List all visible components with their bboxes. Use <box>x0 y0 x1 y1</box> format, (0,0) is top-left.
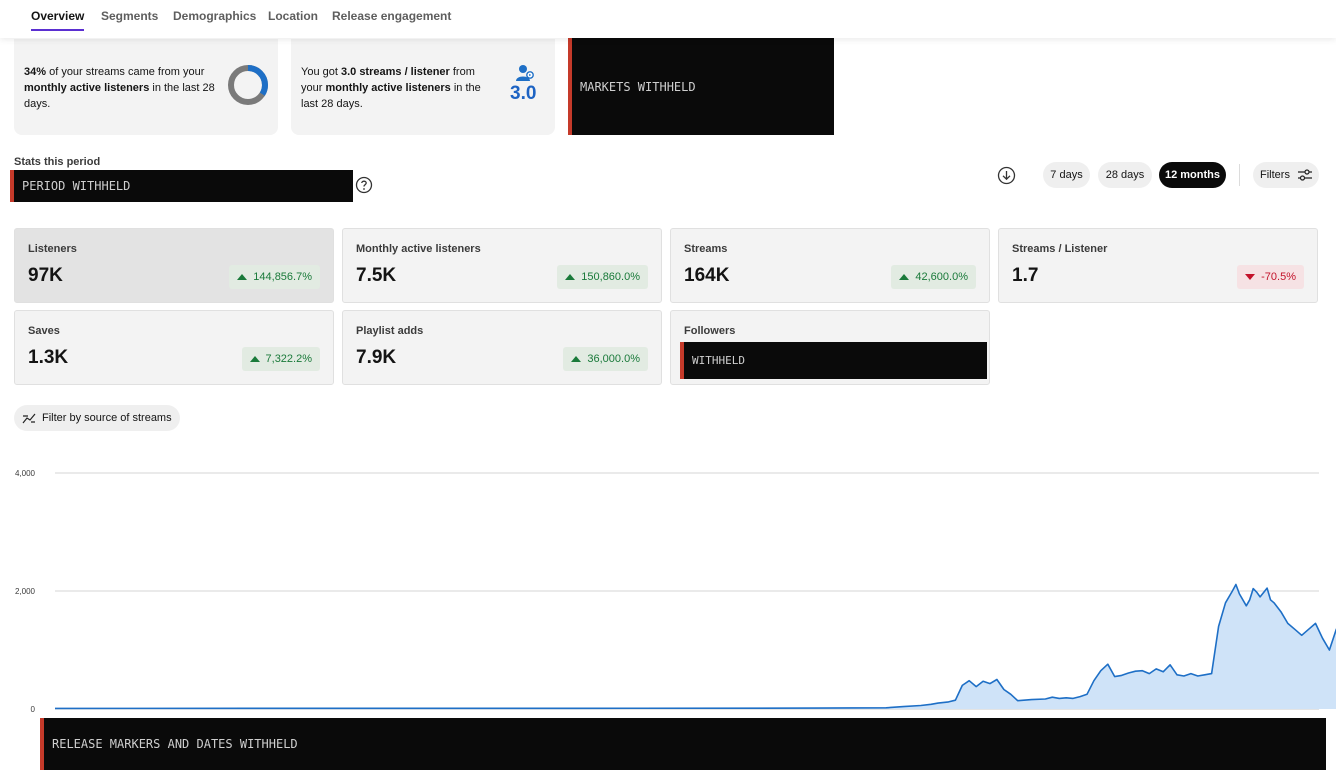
listener-icon <box>516 65 534 81</box>
metric-value: 164K <box>684 265 730 286</box>
tab-release-engagement[interactable]: Release engagement <box>332 9 451 23</box>
insight-streams-share: 34% of your streams came from your month… <box>14 39 278 135</box>
metric-label: Followers <box>684 325 736 337</box>
arrow-up-icon <box>565 274 576 280</box>
metric-change-badge: 42,600.0% <box>891 265 976 289</box>
followers-redacted: WITHHELD <box>680 342 987 379</box>
arrow-up-icon <box>249 356 260 362</box>
y-tick-label: 0 <box>31 705 36 714</box>
range-divider <box>1239 164 1240 186</box>
stats-period-label: Stats this period <box>14 156 101 168</box>
tab-overview[interactable]: Overview <box>31 9 85 31</box>
tab-segments[interactable]: Segments <box>101 9 158 23</box>
metric-card-followers[interactable]: Followers WITHHELD <box>670 310 990 385</box>
metric-label: Streams / Listener <box>1012 243 1108 255</box>
metric-card-listeners[interactable]: Listeners 97K 144,856.7% <box>14 228 334 303</box>
metric-change-badge: 144,856.7% <box>229 265 320 289</box>
arrow-down-icon <box>1245 274 1256 280</box>
filter-by-source-button[interactable]: Filter by source of streams <box>14 405 180 431</box>
filters-label: Filters <box>1260 169 1290 181</box>
metric-card-monthly-active-listeners[interactable]: Monthly active listeners 7.5K 150,860.0% <box>342 228 662 303</box>
metric-label: Streams <box>684 243 728 255</box>
series-area <box>55 584 1336 709</box>
metric-label: Listeners <box>28 243 77 255</box>
range-7-days-button[interactable]: 7 days <box>1043 162 1090 188</box>
release-markers-redacted: RELEASE MARKERS AND DATES WITHHELD <box>40 718 1326 770</box>
period-redacted: PERIOD WITHHELD <box>10 170 353 202</box>
help-icon[interactable] <box>355 176 373 194</box>
metric-card-streams-per-listener[interactable]: Streams / Listener 1.7 -70.5% <box>998 228 1318 303</box>
filter-by-source-label: Filter by source of streams <box>42 412 172 424</box>
metric-value: 7.5K <box>356 265 397 286</box>
insight-streams-per-listener: You got 3.0 streams / listener from your… <box>291 39 555 135</box>
streams-chart: 4,000 2,000 0 <box>15 469 1336 714</box>
range-28-days-button[interactable]: 28 days <box>1098 162 1152 188</box>
metric-card-streams[interactable]: Streams 164K 42,600.0% <box>670 228 990 303</box>
tab-location[interactable]: Location <box>268 9 318 23</box>
arrow-up-icon <box>899 274 910 280</box>
chart-y-axis: 4,000 2,000 0 <box>15 469 36 714</box>
top-nav: Overview Segments Demographics Location … <box>0 0 1336 38</box>
metric-card-playlist-adds[interactable]: Playlist adds 7.9K 36,000.0% <box>342 310 662 385</box>
range-12-months-button[interactable]: 12 months <box>1159 162 1226 188</box>
metric-value: 1.3K <box>28 347 69 368</box>
metric-change-badge: -70.5% <box>1237 265 1304 289</box>
metric-change-badge: 36,000.0% <box>563 347 648 371</box>
metric-label: Playlist adds <box>356 325 424 337</box>
insight-streams-per-listener-text: You got 3.0 streams / listener from your… <box>301 66 481 110</box>
filters-button[interactable]: Filters <box>1253 162 1319 188</box>
metric-change-badge: 7,322.2% <box>241 347 320 371</box>
markets-redacted: MARKETS WITHHELD <box>568 38 834 135</box>
metric-label: Saves <box>28 325 60 337</box>
arrow-up-icon <box>571 356 582 362</box>
tab-demographics[interactable]: Demographics <box>173 9 256 23</box>
arrow-up-icon <box>237 274 248 280</box>
y-tick-label: 2,000 <box>15 587 36 596</box>
donut-chart-icon <box>228 65 268 105</box>
source-filter-icon <box>22 413 36 424</box>
metric-value: 1.7 <box>1012 265 1039 286</box>
streams-per-listener-value: 3.0 <box>510 83 537 104</box>
metric-card-saves[interactable]: Saves 1.3K 7,322.2% <box>14 310 334 385</box>
metric-label: Monthly active listeners <box>356 243 481 255</box>
insight-streams-share-text: 34% of your streams came from your month… <box>24 66 215 110</box>
metric-change-badge: 150,860.0% <box>557 265 648 289</box>
sliders-icon <box>1297 169 1312 181</box>
metric-value: 97K <box>28 265 63 286</box>
download-icon[interactable] <box>997 166 1016 185</box>
metric-value: 7.9K <box>356 347 397 368</box>
y-tick-label: 4,000 <box>15 469 36 478</box>
